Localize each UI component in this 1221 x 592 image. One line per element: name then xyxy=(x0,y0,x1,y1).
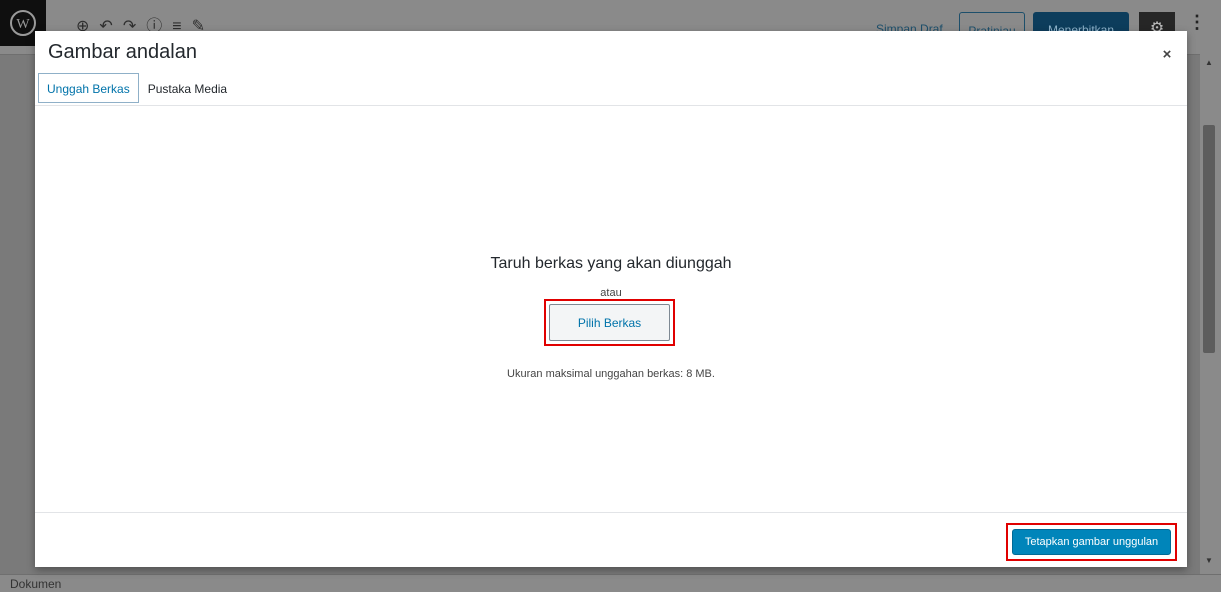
status-bar: Dokumen xyxy=(0,574,1221,592)
featured-image-modal: Gambar andalan × Unggah Berkas Pustaka M… xyxy=(35,31,1187,567)
status-bar-label[interactable]: Dokumen xyxy=(10,577,61,591)
select-files-button[interactable]: Pilih Berkas xyxy=(549,304,670,341)
or-separator: atau xyxy=(600,287,622,299)
upload-drop-zone[interactable]: Taruh berkas yang akan diunggah atau Pil… xyxy=(35,106,1187,511)
max-upload-size-text: Ukuran maksimal unggahan berkas: 8 MB. xyxy=(507,368,715,380)
more-icon[interactable]: ⋮ xyxy=(1188,12,1206,33)
drop-instructions: Taruh berkas yang akan diunggah xyxy=(490,255,732,272)
set-featured-image-highlight: Tetapkan gambar unggulan xyxy=(1006,523,1177,561)
modal-footer: Tetapkan gambar unggulan xyxy=(35,512,1187,568)
scrollbar[interactable] xyxy=(1203,125,1215,353)
modal-title: Gambar andalan xyxy=(48,41,197,63)
select-files-highlight: Pilih Berkas xyxy=(544,299,675,346)
scroll-down-icon[interactable]: ▼ xyxy=(1205,556,1213,565)
set-featured-image-button[interactable]: Tetapkan gambar unggulan xyxy=(1012,529,1171,555)
modal-tabs: Unggah Berkas Pustaka Media xyxy=(38,73,236,105)
scroll-up-icon[interactable]: ▲ xyxy=(1205,58,1213,67)
svg-text:W: W xyxy=(16,17,30,32)
tab-upload-files[interactable]: Unggah Berkas xyxy=(38,73,139,103)
close-icon[interactable]: × xyxy=(1153,41,1181,69)
tab-media-library[interactable]: Pustaka Media xyxy=(139,73,236,103)
